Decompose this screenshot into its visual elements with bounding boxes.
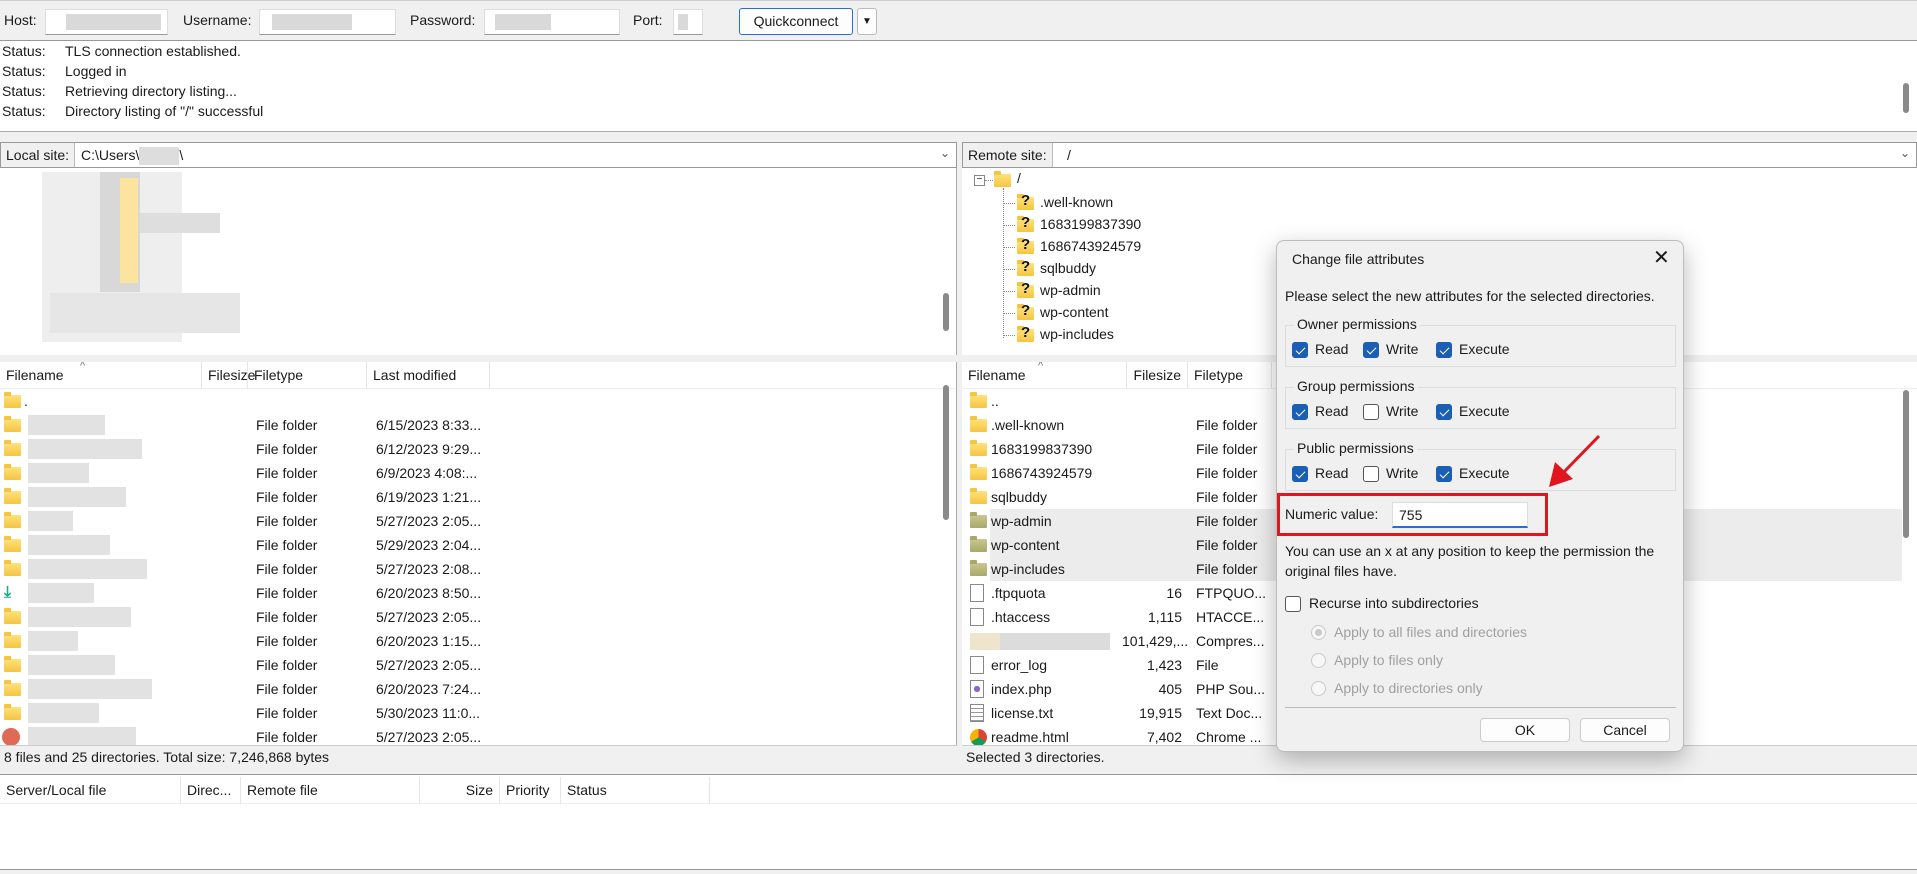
arrow-shaft [1560,434,1601,476]
annotation-arrow [1549,434,1601,487]
